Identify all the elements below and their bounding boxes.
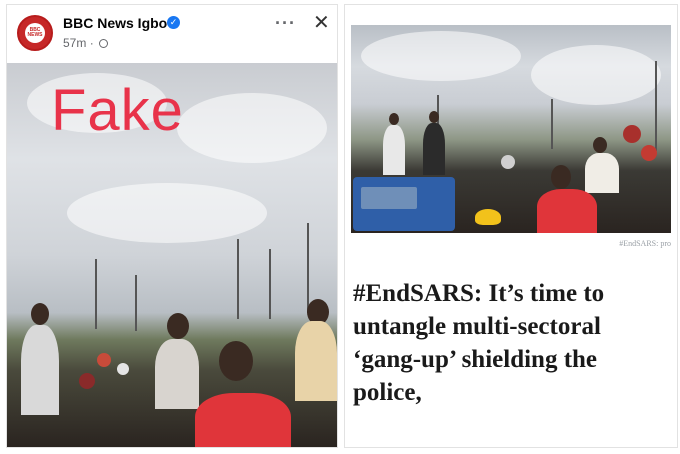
facebook-post: BBC NEWS BBC News Igbo ✓ 57m · ··· ✕ Fak… — [6, 4, 338, 448]
yellow-hat — [475, 209, 501, 225]
article-headline: #EndSARS: It’s time to untangle multi-se… — [353, 280, 605, 406]
person-shirt — [383, 125, 405, 175]
avatar-text: BBC NEWS — [27, 27, 43, 38]
crowd-figure — [623, 125, 641, 143]
street-pole — [269, 249, 271, 319]
cloud — [531, 45, 661, 105]
person-shirt — [585, 153, 619, 193]
page-avatar[interactable]: BBC NEWS — [17, 15, 53, 51]
protest-photo[interactable] — [351, 25, 671, 233]
person-shirt — [295, 321, 337, 401]
street-pole — [551, 99, 553, 149]
street-pole — [95, 259, 97, 329]
person-shirt — [21, 325, 59, 415]
person-head — [389, 113, 399, 125]
time-ago: 57m — [63, 36, 87, 50]
page-name[interactable]: BBC News Igbo — [63, 15, 167, 31]
verified-badge-icon: ✓ — [167, 16, 180, 29]
truck-window — [361, 187, 417, 209]
person-head — [31, 303, 49, 325]
post-header: BBC NEWS BBC News Igbo ✓ 57m · ··· ✕ — [7, 5, 337, 61]
cloud — [361, 31, 521, 81]
image-watermark: #EndSARS: pro — [619, 239, 671, 248]
person-red-shirt — [537, 189, 597, 233]
more-options-icon[interactable]: ··· — [275, 13, 296, 34]
crowd-figure — [501, 155, 515, 169]
crowd-figure — [641, 145, 657, 161]
newspaper-clipping: #EndSARS: pro #EndSARS: It’s time to unt… — [344, 4, 678, 448]
person-head — [593, 137, 607, 153]
globe-icon — [99, 39, 109, 48]
cloud — [67, 183, 267, 243]
cloud — [177, 93, 327, 163]
person-shirt — [155, 339, 199, 409]
time-separator: · — [89, 36, 94, 50]
street-pole — [655, 61, 657, 151]
person-red-shirt — [195, 393, 291, 447]
crowd-figure — [97, 353, 111, 367]
street-pole — [307, 223, 309, 313]
person-head — [551, 165, 571, 189]
street-pole — [237, 239, 239, 319]
blue-truck — [353, 177, 455, 231]
crowd-figure — [117, 363, 129, 375]
crowd-figure — [79, 373, 95, 389]
person-head — [429, 111, 439, 123]
fake-overlay-label: Fake — [51, 78, 184, 143]
post-timestamp[interactable]: 57m · — [63, 36, 109, 50]
street-pole — [135, 275, 137, 331]
person-head — [167, 313, 189, 339]
person-shirt — [423, 123, 445, 175]
close-icon[interactable]: ✕ — [313, 10, 330, 35]
bbc-logo: BBC NEWS — [25, 23, 45, 43]
person-head — [219, 341, 253, 381]
